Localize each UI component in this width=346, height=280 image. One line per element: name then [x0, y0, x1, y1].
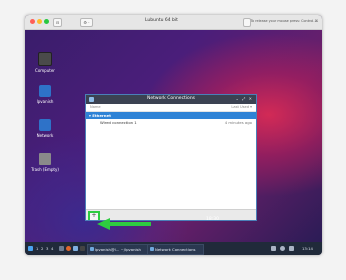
nm-titlebar[interactable]: Network Connections ⌄ ⤢ ✕ — [86, 95, 256, 104]
monitor-icon — [38, 52, 52, 66]
vm-settings-button[interactable]: ⚙ · — [80, 18, 93, 27]
desktop-icon-network[interactable]: Network — [25, 119, 65, 138]
connection-last-used: 4 minutes ago — [224, 120, 252, 125]
green-arrow-annotation — [97, 218, 151, 230]
desktop: Computer lpvanish Network Trash (Empty) … — [25, 30, 322, 242]
trash-icon — [39, 153, 51, 165]
workspace-2[interactable]: 2 — [41, 245, 43, 252]
vm-window: ⊟ ⚙ · Lubuntu 64 bit To release your mou… — [25, 15, 322, 255]
home-folder-icon — [39, 85, 51, 97]
file-manager-icon[interactable] — [73, 246, 78, 251]
vm-title: Lubuntu 64 bit — [145, 18, 178, 23]
volume-icon[interactable] — [280, 246, 285, 251]
battery-icon[interactable] — [271, 246, 276, 251]
desktop-icon-computer[interactable]: Computer — [25, 52, 65, 73]
group-label: ▾ Ethernet — [89, 113, 111, 118]
workspace-3[interactable]: 3 — [46, 245, 48, 252]
desktop-icon-label: Network — [36, 133, 54, 138]
column-last-used[interactable]: Last Used ▾ — [231, 105, 252, 109]
vm-mouse-hint: To release your mouse press: Control-⌘ — [250, 19, 318, 23]
desktop-icon-trash[interactable]: Trash (Empty) — [25, 153, 65, 172]
workspace-1[interactable]: 1 — [36, 245, 38, 252]
terminal-icon[interactable] — [80, 246, 85, 251]
firefox-icon[interactable] — [66, 246, 71, 251]
vm-sidebar-button[interactable]: ⊟ — [53, 18, 62, 27]
connection-list: ▾ Ethernet Wired connection 1 4 minutes … — [86, 112, 256, 206]
column-name[interactable]: Name — [90, 105, 101, 109]
overlay-clock: 18:30 — [206, 217, 219, 222]
desktop-icon-label: Trash (Empty) — [31, 167, 59, 172]
connection-row[interactable]: Wired connection 1 4 minutes ago — [86, 119, 256, 126]
network-task-icon — [150, 247, 154, 251]
terminal-task-icon — [90, 247, 94, 251]
desktop-icon[interactable] — [59, 246, 64, 251]
connection-name: Wired connection 1 — [100, 120, 137, 125]
desktop-icon-home[interactable]: lpvanish — [25, 85, 65, 104]
desktop-icon-label: lpvanish — [36, 99, 54, 104]
vm-titlebar: ⊟ ⚙ · Lubuntu 64 bit To release your mou… — [25, 15, 322, 30]
task-label: Network Connections — [155, 247, 196, 252]
network-connections-window: Network Connections ⌄ ⤢ ✕ Name Last Used… — [85, 94, 257, 221]
start-menu-icon[interactable] — [28, 246, 33, 251]
taskbar-clock[interactable]: 13:14 — [302, 245, 313, 252]
workspace-4[interactable]: 4 — [51, 245, 53, 252]
nm-column-header: Name Last Used ▾ — [86, 104, 256, 112]
close-window-button[interactable] — [30, 19, 35, 24]
minimize-window-button[interactable] — [37, 19, 42, 24]
desktop-icon-label: Computer — [35, 68, 55, 73]
nm-window-controls[interactable]: ⌄ ⤢ ✕ — [236, 96, 253, 101]
zoom-window-button[interactable] — [44, 19, 49, 24]
network-folder-icon — [39, 119, 51, 131]
group-ethernet[interactable]: ▾ Ethernet — [86, 112, 256, 119]
task-label: lpvanish@l... ~/lpvanish — [95, 247, 141, 252]
task-network-connections[interactable]: Network Connections — [147, 244, 204, 255]
task-terminal[interactable]: lpvanish@l... ~/lpvanish — [87, 244, 154, 255]
taskbar: 1 2 3 4 lpvanish@l... ~/lpvanish Network… — [25, 242, 322, 255]
network-tray-icon[interactable] — [289, 246, 294, 251]
nm-title: Network Connections — [146, 96, 196, 101]
